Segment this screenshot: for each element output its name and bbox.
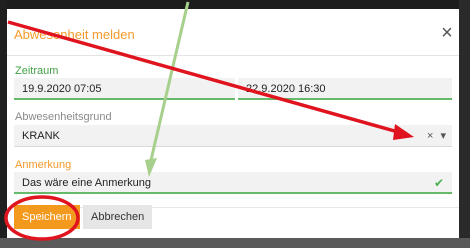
select-controls: × ▾ bbox=[427, 125, 446, 147]
title-divider bbox=[7, 55, 459, 56]
check-icon: ✔ bbox=[433, 176, 444, 190]
close-icon[interactable]: × bbox=[437, 23, 457, 43]
chevron-down-icon[interactable]: ▾ bbox=[440, 130, 446, 142]
absence-dialog: Abwesenheit melden × Zeitraum 19.9.2020 … bbox=[7, 9, 459, 238]
remark-value: Das wäre eine Anmerkung bbox=[22, 177, 152, 189]
date-from-input[interactable]: 19.9.2020 07:05 bbox=[14, 78, 235, 100]
clear-icon[interactable]: × bbox=[427, 130, 433, 142]
remark-input[interactable]: Das wäre eine Anmerkung ✔ bbox=[14, 172, 452, 194]
backdrop-left bbox=[0, 0, 7, 248]
backdrop-bottom bbox=[0, 238, 470, 248]
absence-reason-select[interactable]: KRANK × ▾ bbox=[14, 125, 452, 147]
zeitraum-label: Zeitraum bbox=[15, 65, 59, 77]
absence-reason-value: KRANK bbox=[22, 130, 60, 142]
backdrop-top bbox=[0, 0, 470, 9]
save-button[interactable]: Speichern bbox=[14, 205, 80, 229]
dialog-title: Abwesenheit melden bbox=[14, 27, 135, 42]
grund-label: Abwesenheitsgrund bbox=[15, 111, 112, 123]
anmerkung-label: Anmerkung bbox=[15, 159, 72, 171]
cancel-button[interactable]: Abbrechen bbox=[83, 205, 153, 229]
date-to-input[interactable]: 22.9.2020 16:30 bbox=[238, 78, 452, 100]
backdrop-right bbox=[459, 0, 470, 248]
